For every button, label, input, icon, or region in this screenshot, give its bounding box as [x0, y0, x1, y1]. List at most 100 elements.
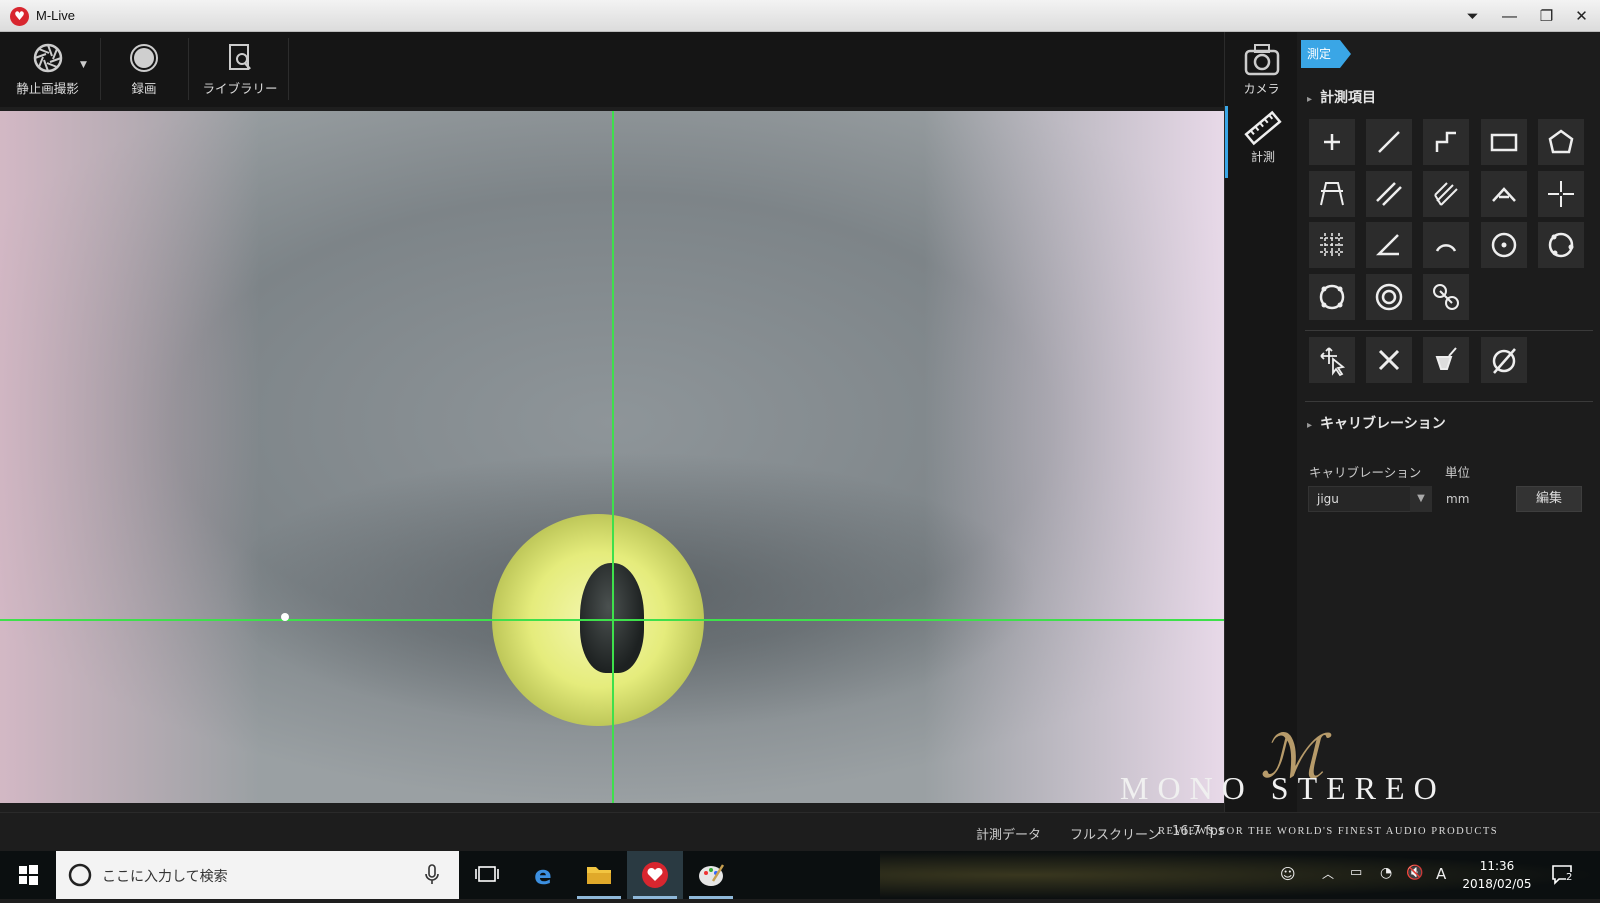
- camera-live-view[interactable]: [0, 111, 1224, 803]
- minimize-button[interactable]: ―: [1491, 0, 1528, 32]
- camera-mode-label: カメラ: [1243, 82, 1280, 96]
- clear-icon: [1435, 347, 1457, 370]
- parallel-lines-tool[interactable]: [1366, 171, 1412, 217]
- start-button[interactable]: [0, 851, 56, 899]
- select-move-tool[interactable]: [1309, 337, 1355, 383]
- line-icon: [1378, 131, 1400, 153]
- chevron-down-icon[interactable]: ▼: [1410, 486, 1432, 512]
- watermark-logo: ℳ MONO STEREO REVIEWS FOR THE WORLD'S FI…: [1120, 722, 1497, 837]
- chevron-up-icon[interactable]: ︿: [1322, 865, 1334, 882]
- m-live-taskbar-button[interactable]: [627, 851, 683, 899]
- volume-muted-icon[interactable]: 🔇: [1406, 865, 1423, 881]
- clock-date: 2018/02/05: [1462, 877, 1532, 891]
- close-button[interactable]: ✕: [1563, 0, 1600, 32]
- concentric-circle-tool[interactable]: [1366, 274, 1412, 320]
- file-explorer-button[interactable]: [571, 851, 627, 899]
- window-title: M-Live: [36, 8, 76, 23]
- ime-indicator[interactable]: A: [1436, 865, 1446, 883]
- notification-center-button[interactable]: 2: [1550, 863, 1578, 887]
- clock-time: 11:36: [1479, 859, 1515, 873]
- angle-icon: [1375, 234, 1399, 256]
- shutter-icon: [33, 43, 62, 73]
- people-icon[interactable]: ☺: [1280, 865, 1296, 883]
- circle-4point-tool[interactable]: [1309, 274, 1355, 320]
- top-toolbar: 静止画撮影 ▼ 録画 ライブラリー: [0, 32, 1224, 107]
- crosshair-tool[interactable]: [1538, 171, 1584, 217]
- restore-button[interactable]: ❐: [1528, 0, 1565, 32]
- system-clock[interactable]: 11:36 2018/02/05: [1452, 857, 1542, 893]
- paint-palette-icon: [699, 864, 725, 886]
- hide-icon: [1492, 348, 1516, 374]
- svg-text:e: e: [534, 861, 552, 891]
- calibration-value: jigu: [1317, 492, 1339, 506]
- delete-icon: [1378, 349, 1400, 371]
- angle-tool[interactable]: [1366, 222, 1412, 268]
- record-icon: [130, 44, 158, 72]
- battery-icon[interactable]: ▭: [1350, 865, 1362, 880]
- still-capture-label: 静止画撮影: [16, 81, 79, 96]
- cortana-circle-icon: [68, 863, 92, 887]
- hide-tool[interactable]: [1481, 337, 1527, 383]
- calibration-label: キャリブレーション: [1309, 465, 1422, 480]
- point-tool[interactable]: [1309, 119, 1355, 165]
- capture-dropdown-icon[interactable]: ▼: [80, 60, 87, 70]
- fullscreen-button[interactable]: フルスクリーン: [1070, 824, 1160, 843]
- image-region: [0, 111, 260, 803]
- circle-center-tool[interactable]: [1481, 222, 1527, 268]
- panel-divider: [1305, 330, 1593, 331]
- arc-tool[interactable]: [1423, 222, 1469, 268]
- triangle-angle-tool[interactable]: [1309, 171, 1355, 217]
- task-view-button[interactable]: [459, 851, 515, 899]
- notification-count: 2: [1566, 872, 1573, 883]
- polyline-tool[interactable]: [1423, 119, 1469, 165]
- circle-distance-tool[interactable]: [1423, 274, 1469, 320]
- wifi-icon[interactable]: ◔: [1380, 865, 1392, 881]
- multi-lines-icon: [1434, 182, 1458, 206]
- triangle-angle-icon: [1320, 182, 1344, 206]
- camera-mode-button[interactable]: カメラ: [1225, 38, 1298, 102]
- rectangle-tool[interactable]: [1481, 119, 1527, 165]
- angle-vertex-icon: [1492, 187, 1516, 202]
- select-move-icon: [1320, 347, 1346, 377]
- watermark-brand: MONO STEREO: [1120, 770, 1446, 806]
- toolbar-divider: [100, 38, 101, 100]
- section-measure-items[interactable]: ▸ 計測項目: [1307, 87, 1376, 107]
- title-bar: ♥ M-Live ⏷ ― ❐ ✕: [0, 0, 1600, 32]
- toolbar-divider: [288, 38, 289, 100]
- library-button[interactable]: ライブラリー: [198, 32, 282, 107]
- taskbar-search-box[interactable]: ここに入力して検索: [56, 851, 459, 899]
- measure-tag[interactable]: 測定: [1301, 40, 1351, 68]
- parallel-lines-icon: [1376, 182, 1402, 206]
- point-icon: [1324, 134, 1340, 150]
- microphone-icon[interactable]: [422, 863, 442, 887]
- circle-4point-icon: [1319, 284, 1345, 310]
- measure-mode-label: 計測: [1250, 150, 1275, 164]
- edge-browser-icon: e: [534, 861, 552, 891]
- circle-3point-icon: [1548, 232, 1574, 258]
- polygon-tool[interactable]: [1538, 119, 1584, 165]
- calibration-select[interactable]: jigu ▼: [1308, 486, 1432, 512]
- edit-calibration-button[interactable]: 編集: [1516, 486, 1582, 512]
- multi-lines-tool[interactable]: [1423, 171, 1469, 217]
- circle-3point-tool[interactable]: [1538, 222, 1584, 268]
- record-label: 録画: [131, 81, 157, 96]
- chevron-right-icon: ▸: [1307, 94, 1313, 105]
- section-calibration[interactable]: ▸ キャリブレーション: [1307, 413, 1446, 433]
- record-button[interactable]: 録画: [106, 32, 182, 107]
- line-tool[interactable]: [1366, 119, 1412, 165]
- grid-points-tool[interactable]: [1309, 222, 1355, 268]
- measure-mode-button[interactable]: 計測: [1225, 106, 1298, 178]
- delete-tool[interactable]: [1366, 337, 1412, 383]
- polyline-icon: [1435, 131, 1456, 152]
- edge-button[interactable]: e: [515, 851, 571, 899]
- clear-tool[interactable]: [1423, 337, 1469, 383]
- watermark-tagline: REVIEWS FOR THE WORLD'S FINEST AUDIO PRO…: [1158, 826, 1499, 837]
- menu-down-icon[interactable]: ⏷: [1454, 0, 1491, 32]
- measure-data-button[interactable]: 計測データ: [976, 824, 1041, 843]
- measurement-point[interactable]: [281, 613, 289, 621]
- chevron-right-icon: ▸: [1307, 420, 1313, 431]
- angle-vertex-tool[interactable]: [1481, 171, 1527, 217]
- windows-logo-icon: [19, 865, 38, 885]
- polygon-icon: [1548, 129, 1574, 154]
- paint-app-button[interactable]: [683, 851, 739, 899]
